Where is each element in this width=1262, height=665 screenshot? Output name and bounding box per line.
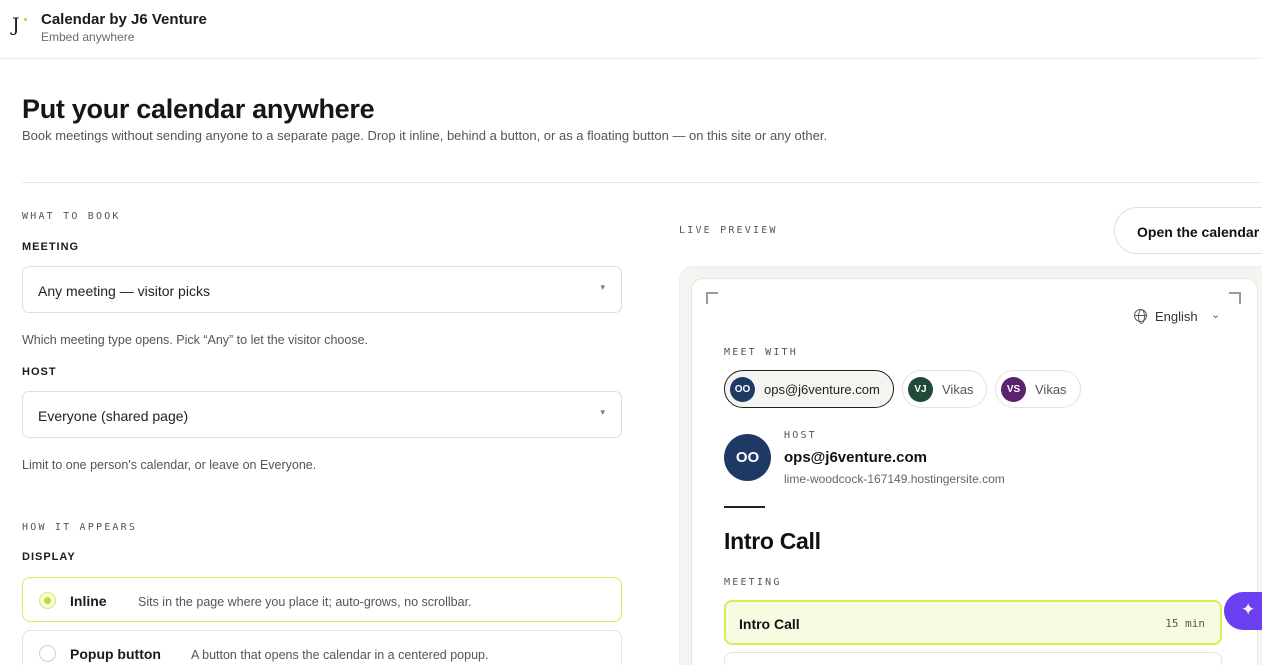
app-logo: J bbox=[12, 14, 30, 38]
host-chip-name: Vikas bbox=[942, 382, 974, 397]
open-calendar-button[interactable]: Open the calendar bbox=[1114, 207, 1262, 254]
display-option-popup[interactable]: Popup button A button that opens the cal… bbox=[22, 630, 622, 665]
host-chip-vikas-vs[interactable]: VS Vikas bbox=[995, 370, 1081, 408]
radio-button[interactable] bbox=[39, 645, 56, 662]
top-bar: J Calendar by J6 Venture Embed anywhere bbox=[0, 0, 1262, 59]
section-what-to-book: WHAT TO BOOK bbox=[22, 211, 121, 222]
host-chip-name: Vikas bbox=[1035, 382, 1067, 397]
meeting-select-value: Any meeting — visitor picks bbox=[38, 283, 210, 299]
avatar: VJ bbox=[908, 377, 933, 402]
host-hint: Limit to one person's calendar, or leave… bbox=[22, 458, 317, 472]
page-description: Book meetings without sending anyone to … bbox=[22, 128, 828, 143]
host-chip-vikas-vj[interactable]: VJ Vikas bbox=[902, 370, 987, 408]
display-option-title: Popup button bbox=[70, 646, 161, 662]
language-value: English bbox=[1155, 309, 1198, 324]
corner-marker-icon bbox=[1229, 292, 1241, 304]
chevron-down-icon: ▾ bbox=[600, 407, 605, 417]
meeting-select[interactable]: Any meeting — visitor picks ▾ bbox=[22, 266, 622, 313]
logo-letter: J bbox=[12, 14, 20, 36]
display-option-description: A button that opens the calendar in a ce… bbox=[191, 648, 489, 662]
app-subtitle: Embed anywhere bbox=[41, 30, 135, 44]
meeting-option-duration: 15 min bbox=[1165, 617, 1205, 630]
host-chip-name: ops@j6venture.com bbox=[764, 382, 880, 397]
host-label: HOST bbox=[22, 366, 57, 378]
globe-icon bbox=[1134, 309, 1147, 324]
title-rule bbox=[724, 506, 765, 508]
host-avatar: OO bbox=[724, 434, 771, 481]
host-email: ops@j6venture.com bbox=[784, 449, 927, 466]
avatar: VS bbox=[1001, 377, 1026, 402]
section-how-it-appears: HOW IT APPEARS bbox=[22, 522, 138, 533]
display-label: DISPLAY bbox=[22, 551, 76, 563]
open-calendar-label: Open the calendar bbox=[1137, 224, 1260, 240]
meeting-option-name: Intro Call bbox=[739, 616, 800, 632]
host-caption: HOST bbox=[784, 430, 817, 441]
meeting-option-intro-call[interactable]: Intro Call 15 min bbox=[724, 600, 1222, 645]
app-title: Calendar by J6 Venture bbox=[41, 11, 207, 28]
meeting-caption: MEETING bbox=[724, 577, 782, 588]
host-site: lime-woodcock-167149.hostingersite.com bbox=[784, 472, 1005, 486]
display-option-inline[interactable]: Inline Sits in the page where you place … bbox=[22, 577, 622, 622]
host-chip-ops[interactable]: OO ops@j6venture.com bbox=[724, 370, 894, 408]
meet-with-label: MEET WITH bbox=[724, 347, 798, 358]
radio-button[interactable] bbox=[39, 592, 56, 609]
chevron-down-icon: ▾ bbox=[600, 282, 605, 292]
live-preview-label: LIVE PREVIEW bbox=[679, 225, 778, 236]
event-title: Intro Call bbox=[724, 528, 821, 554]
page-title: Put your calendar anywhere bbox=[22, 94, 375, 124]
meeting-option[interactable] bbox=[724, 652, 1222, 665]
avatar: OO bbox=[730, 377, 755, 402]
meeting-label: MEETING bbox=[22, 241, 80, 253]
host-select[interactable]: Everyone (shared page) ▾ bbox=[22, 391, 622, 438]
host-select-value: Everyone (shared page) bbox=[38, 408, 189, 424]
display-option-title: Inline bbox=[70, 593, 107, 609]
meeting-hint: Which meeting type opens. Pick “Any” to … bbox=[22, 333, 368, 347]
chevron-down-icon: ⌄ bbox=[1211, 309, 1221, 321]
sparkle-icon: ✦ bbox=[1241, 600, 1256, 619]
section-divider bbox=[22, 182, 1262, 183]
logo-dot bbox=[24, 18, 27, 21]
display-option-description: Sits in the page where you place it; aut… bbox=[138, 595, 472, 609]
floating-action-button[interactable]: ✦ bbox=[1224, 592, 1262, 630]
corner-marker-icon bbox=[706, 292, 718, 304]
